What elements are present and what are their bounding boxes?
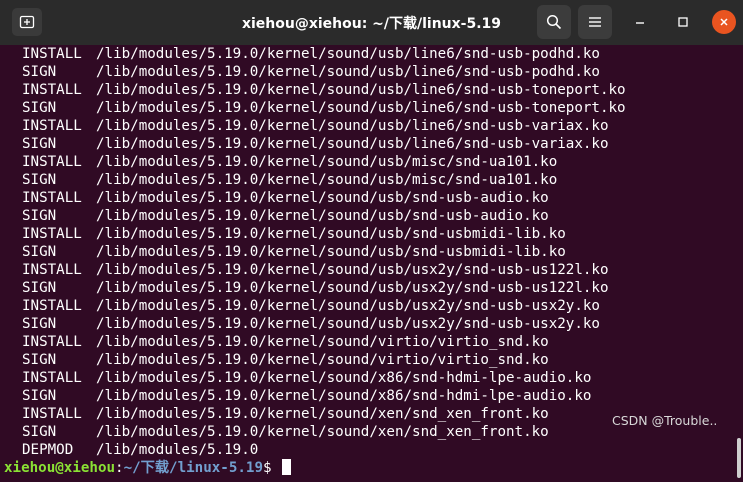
output-command: SIGN bbox=[22, 100, 57, 116]
watermark: CSDN @Trouble.. bbox=[612, 413, 718, 428]
output-path: /lib/modules/5.19.0/kernel/sound/usb/lin… bbox=[96, 64, 600, 80]
output-line: INSTALL/lib/modules/5.19.0/kernel/sound/… bbox=[22, 45, 600, 63]
output-command: INSTALL bbox=[22, 190, 82, 206]
output-line: SIGN/lib/modules/5.19.0/kernel/sound/usb… bbox=[22, 315, 600, 333]
output-command: SIGN bbox=[22, 316, 57, 332]
window-title: xiehou@xiehou: ~/下载/linux-5.19 bbox=[241, 16, 502, 32]
output-path: /lib/modules/5.19.0/kernel/sound/usb/lin… bbox=[96, 136, 609, 152]
output-command: SIGN bbox=[22, 208, 57, 224]
output-line: SIGN/lib/modules/5.19.0/kernel/sound/vir… bbox=[22, 351, 549, 369]
output-path: /lib/modules/5.19.0/kernel/sound/usb/mis… bbox=[96, 172, 558, 188]
output-command: SIGN bbox=[22, 280, 57, 296]
minimize-button[interactable] bbox=[628, 10, 652, 34]
output-path: /lib/modules/5.19.0/kernel/sound/usb/snd… bbox=[96, 208, 549, 224]
output-line: SIGN/lib/modules/5.19.0/kernel/sound/xen… bbox=[22, 423, 549, 441]
output-line: INSTALL/lib/modules/5.19.0/kernel/sound/… bbox=[22, 117, 609, 135]
new-tab-icon bbox=[19, 15, 35, 29]
output-command: INSTALL bbox=[22, 334, 82, 350]
output-path: /lib/modules/5.19.0/kernel/sound/usb/lin… bbox=[96, 46, 600, 62]
output-path: /lib/modules/5.19.0/kernel/sound/virtio/… bbox=[96, 334, 549, 350]
terminal-window: xiehou@xiehou: ~/下载/linux-5.19 INSTALL /… bbox=[0, 0, 743, 482]
minimize-icon bbox=[636, 22, 644, 24]
output-command: INSTALL bbox=[22, 82, 82, 98]
output-command: INSTALL bbox=[22, 262, 82, 278]
output-path: /lib/modules/5.19.0 bbox=[96, 442, 259, 458]
output-command: SIGN bbox=[22, 244, 57, 260]
output-line: SIGN/lib/modules/5.19.0/kernel/sound/usb… bbox=[22, 99, 626, 117]
output-path: /lib/modules/5.19.0/kernel/sound/usb/lin… bbox=[96, 118, 609, 134]
output-line: INSTALL/lib/modules/5.19.0/kernel/sound/… bbox=[22, 405, 549, 423]
output-command: SIGN bbox=[22, 388, 57, 404]
output-line: SIGN/lib/modules/5.19.0/kernel/sound/usb… bbox=[22, 279, 609, 297]
output-line: SIGN/lib/modules/5.19.0/kernel/sound/x86… bbox=[22, 387, 591, 405]
output-path: /lib/modules/5.19.0/kernel/sound/xen/snd… bbox=[96, 424, 549, 440]
output-path: /lib/modules/5.19.0/kernel/sound/xen/snd… bbox=[96, 406, 549, 422]
output-line: INSTALL/lib/modules/5.19.0/kernel/sound/… bbox=[22, 261, 609, 279]
output-line: SIGN/lib/modules/5.19.0/kernel/sound/usb… bbox=[22, 135, 609, 153]
output-command: INSTALL bbox=[22, 154, 82, 170]
output-line: INSTALL/lib/modules/5.19.0/kernel/sound/… bbox=[22, 297, 600, 315]
output-path: /lib/modules/5.19.0/kernel/sound/x86/snd… bbox=[96, 370, 592, 386]
output-command: INSTALL bbox=[22, 370, 82, 386]
output-line: DEPMOD/lib/modules/5.19.0 bbox=[22, 441, 258, 459]
output-command: SIGN bbox=[22, 172, 57, 188]
prompt-path: ~/下载/linux-5.19 bbox=[123, 460, 264, 476]
search-icon bbox=[546, 14, 562, 30]
output-path: /lib/modules/5.19.0/kernel/sound/usb/usx… bbox=[96, 280, 609, 296]
output-path: /lib/modules/5.19.0/kernel/sound/usb/mis… bbox=[96, 154, 558, 170]
output-command: SIGN bbox=[22, 136, 57, 152]
output-line: INSTALL/lib/modules/5.19.0/kernel/sound/… bbox=[22, 189, 549, 207]
command-prompt[interactable]: xiehou@xiehou:~/下载/linux-5.19$ bbox=[4, 459, 292, 477]
output-line: INSTALL/lib/modules/5.19.0/kernel/sound/… bbox=[22, 333, 549, 351]
output-line: INSTALL/lib/modules/5.19.0/kernel/sound/… bbox=[22, 81, 626, 99]
output-path: /lib/modules/5.19.0/kernel/sound/usb/lin… bbox=[96, 82, 626, 98]
output-command: DEPMOD bbox=[22, 442, 74, 458]
output-path: /lib/modules/5.19.0/kernel/sound/usb/usx… bbox=[96, 316, 600, 332]
prompt-colon: : bbox=[115, 460, 124, 476]
output-line: SIGN/lib/modules/5.19.0/kernel/sound/usb… bbox=[22, 207, 549, 225]
close-icon bbox=[720, 18, 728, 26]
output-path: /lib/modules/5.19.0/kernel/sound/usb/usx… bbox=[96, 298, 600, 314]
prompt-user-host: xiehou@xiehou bbox=[4, 460, 116, 476]
output-command: INSTALL bbox=[22, 118, 82, 134]
output-path: /lib/modules/5.19.0/kernel/sound/usb/lin… bbox=[96, 100, 626, 116]
output-command: SIGN bbox=[22, 352, 57, 368]
output-line: SIGN/lib/modules/5.19.0/kernel/sound/usb… bbox=[22, 171, 557, 189]
maximize-button[interactable] bbox=[671, 10, 695, 34]
text-cursor bbox=[282, 459, 292, 475]
output-path: /lib/modules/5.19.0/kernel/sound/x86/snd… bbox=[96, 388, 592, 404]
output-path: /lib/modules/5.19.0/kernel/sound/virtio/… bbox=[96, 352, 549, 368]
maximize-icon bbox=[678, 17, 688, 27]
prompt-symbol: $ bbox=[263, 460, 272, 476]
output-line: SIGN/lib/modules/5.19.0/kernel/sound/usb… bbox=[22, 63, 600, 81]
output-path: /lib/modules/5.19.0/kernel/sound/usb/snd… bbox=[96, 244, 566, 260]
output-line: INSTALL/lib/modules/5.19.0/kernel/sound/… bbox=[22, 369, 591, 387]
output-command: INSTALL bbox=[22, 46, 82, 62]
title-bar: xiehou@xiehou: ~/下载/linux-5.19 bbox=[0, 0, 743, 45]
scrollbar-thumb[interactable] bbox=[737, 438, 741, 478]
search-button[interactable] bbox=[537, 5, 571, 39]
output-line: INSTALL/lib/modules/5.19.0/kernel/sound/… bbox=[22, 153, 557, 171]
output-line: SIGN/lib/modules/5.19.0/kernel/sound/usb… bbox=[22, 243, 566, 261]
output-line: INSTALL/lib/modules/5.19.0/kernel/sound/… bbox=[22, 225, 566, 243]
output-command: INSTALL bbox=[22, 406, 82, 422]
output-command: SIGN bbox=[22, 64, 57, 80]
menu-button[interactable] bbox=[578, 5, 612, 39]
output-command: INSTALL bbox=[22, 226, 82, 242]
hamburger-menu-icon bbox=[589, 17, 601, 27]
new-tab-button[interactable] bbox=[12, 8, 42, 36]
output-path: /lib/modules/5.19.0/kernel/sound/usb/usx… bbox=[96, 262, 609, 278]
output-command: SIGN bbox=[22, 424, 57, 440]
output-command: INSTALL bbox=[22, 298, 82, 314]
close-button[interactable] bbox=[712, 10, 736, 34]
output-path: /lib/modules/5.19.0/kernel/sound/usb/snd… bbox=[96, 226, 566, 242]
output-path: /lib/modules/5.19.0/kernel/sound/usb/snd… bbox=[96, 190, 549, 206]
